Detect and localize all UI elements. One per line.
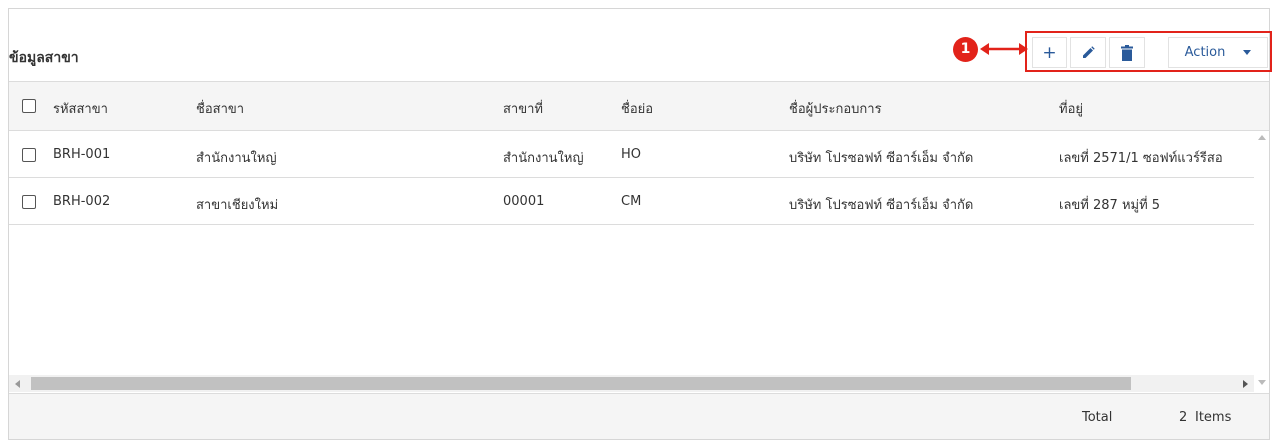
- cell-branch-number: 00001: [503, 194, 545, 209]
- table-row[interactable]: BRH-002 สาขาเชียงใหม่ 00001 CM บริษัท โป…: [9, 178, 1254, 225]
- cell-branch-name: สาขาเชียงใหม่: [196, 198, 279, 213]
- delete-button[interactable]: [1109, 37, 1145, 68]
- branch-data-panel: ข้อมูลสาขา 1 + Action รหัสสาขา ชื่อสาขา …: [8, 8, 1272, 440]
- scroll-right-icon[interactable]: [1243, 380, 1248, 388]
- cell-operator-name: บริษัท โปรซอฟท์ ซีอาร์เอ็ม จำกัด: [789, 198, 974, 213]
- action-dropdown-button[interactable]: Action: [1168, 37, 1268, 68]
- trash-icon: [1121, 44, 1133, 61]
- cell-address: เลขที่ 287 หมู่ที่ 5: [1059, 198, 1161, 213]
- cell-operator-name: บริษัท โปรซอฟท์ ซีอาร์เอ็ม จำกัด: [789, 151, 974, 166]
- horizontal-scrollbar[interactable]: [9, 375, 1254, 392]
- cell-branch-name: สำนักงานใหญ่: [196, 151, 277, 166]
- plus-icon: +: [1042, 42, 1057, 63]
- row-checkbox[interactable]: [22, 195, 36, 209]
- pencil-icon: [1083, 45, 1095, 58]
- total-count: 2: [1179, 410, 1188, 425]
- horizontal-scroll-thumb[interactable]: [31, 377, 1131, 390]
- select-all-checkbox[interactable]: [22, 99, 36, 113]
- double-arrow-icon: [980, 43, 1028, 55]
- toolbar: + Action: [1025, 31, 1272, 72]
- scroll-down-icon[interactable]: [1258, 380, 1266, 385]
- table-header: รหัสสาขา ชื่อสาขา สาขาที่ ชื่อย่อ ชื่อผู…: [9, 81, 1269, 131]
- caret-down-icon: [1243, 50, 1252, 55]
- column-header-branch-code[interactable]: รหัสสาขา: [53, 98, 108, 119]
- scroll-up-icon[interactable]: [1258, 135, 1266, 140]
- callout-badge: 1: [953, 37, 978, 62]
- add-button[interactable]: +: [1032, 37, 1067, 68]
- cell-branch-code: BRH-001: [53, 147, 111, 162]
- column-header-address[interactable]: ที่อยู่: [1059, 98, 1083, 119]
- scroll-left-icon[interactable]: [15, 380, 20, 388]
- cell-branch-number: สำนักงานใหญ่: [503, 151, 584, 166]
- row-checkbox[interactable]: [22, 148, 36, 162]
- cell-branch-code: BRH-002: [53, 194, 111, 209]
- cell-short-name: CM: [621, 194, 642, 209]
- column-header-branch-number[interactable]: สาขาที่: [503, 98, 543, 119]
- column-header-short-name[interactable]: ชื่อย่อ: [621, 98, 653, 119]
- action-label: Action: [1184, 45, 1226, 60]
- column-header-operator-name[interactable]: ชื่อผู้ประกอบการ: [789, 98, 882, 119]
- cell-short-name: HO: [621, 147, 642, 162]
- total-label: Total: [1082, 410, 1113, 425]
- vertical-scrollbar[interactable]: [1254, 131, 1269, 393]
- column-header-branch-name[interactable]: ชื่อสาขา: [196, 98, 244, 119]
- total-unit: Items: [1195, 410, 1232, 425]
- edit-button[interactable]: [1070, 37, 1106, 68]
- cell-address: เลขที่ 2571/1 ซอฟท์แวร์รีสอ: [1059, 151, 1223, 166]
- table-row[interactable]: BRH-001 สำนักงานใหญ่ สำนักงานใหญ่ HO บริ…: [9, 131, 1254, 178]
- table-footer: Total 2 Items: [9, 393, 1269, 439]
- page-title: ข้อมูลสาขา: [9, 50, 79, 66]
